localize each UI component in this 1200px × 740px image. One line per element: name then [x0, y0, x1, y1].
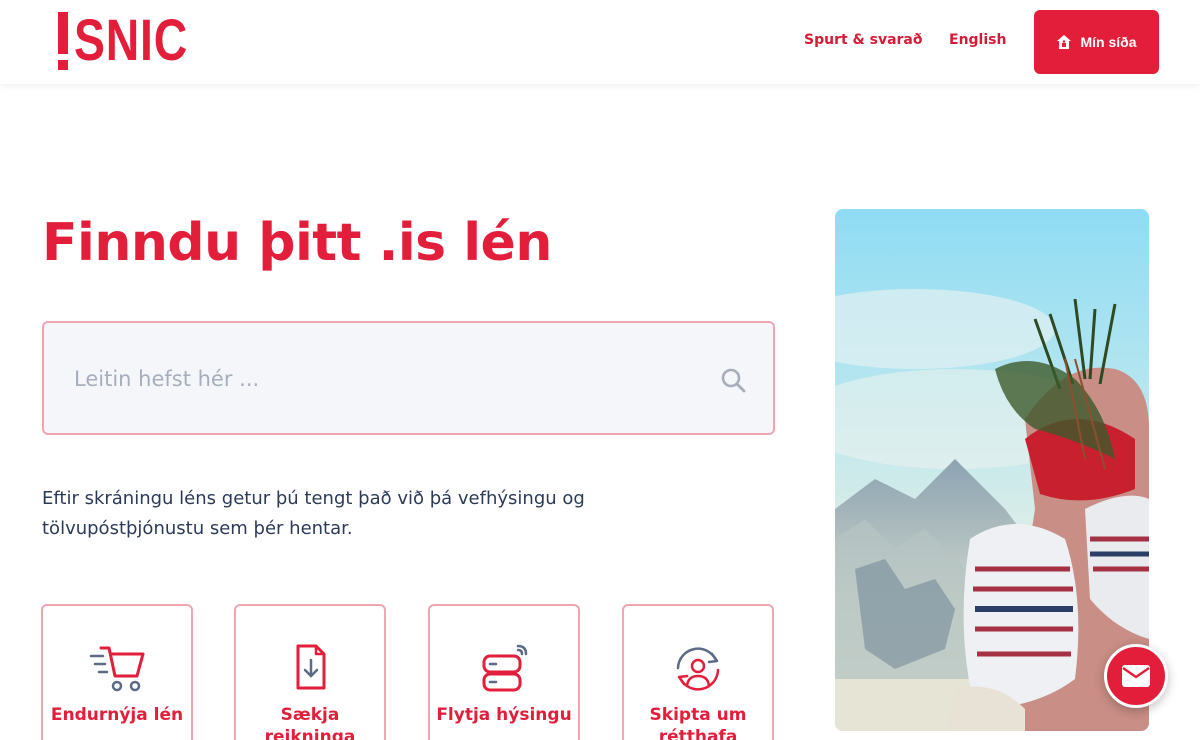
nav-language-link[interactable]: English [949, 32, 1006, 48]
logo-text: SNIC [74, 8, 189, 73]
my-page-label: Mín síða [1080, 34, 1137, 50]
logo-exclamation-mark [58, 10, 68, 72]
isnic-logo[interactable]: SNIC [58, 10, 217, 74]
intro-text: Eftir skráningu léns getur þú tengt það … [42, 488, 585, 539]
card-renew-domain[interactable]: Endurnýja lén [41, 604, 193, 740]
hero-photo [835, 209, 1149, 731]
card-download-invoices[interactable]: Sækja reikninga [234, 604, 386, 740]
card-change-registrant[interactable]: Skipta um rétthafa [622, 604, 774, 740]
domain-search-input[interactable] [74, 361, 694, 397]
mail-icon [1122, 665, 1150, 687]
page-title: Finndu þitt .is lén [42, 213, 552, 273]
site-header: SNIC Spurt & svarað English Mín síða [0, 0, 1200, 84]
search-icon[interactable] [720, 367, 746, 393]
file-download-icon [296, 644, 326, 690]
server-transfer-icon [482, 644, 528, 692]
card-label: Flytja hýsingu [436, 705, 572, 725]
card-move-hosting[interactable]: Flytja hýsingu [428, 604, 580, 740]
card-label: Skipta um rétthafa [649, 705, 747, 740]
domain-search-box [42, 321, 775, 435]
shopping-cart-icon [89, 646, 145, 692]
contact-mail-button[interactable] [1104, 644, 1168, 708]
nav-faq-link[interactable]: Spurt & svarað [804, 32, 923, 48]
card-label: Endurnýja lén [50, 705, 184, 725]
my-page-button[interactable]: Mín síða [1034, 10, 1159, 74]
home-icon [1057, 35, 1072, 49]
card-label: Sækja reikninga [264, 705, 356, 740]
user-swap-icon [676, 647, 720, 691]
